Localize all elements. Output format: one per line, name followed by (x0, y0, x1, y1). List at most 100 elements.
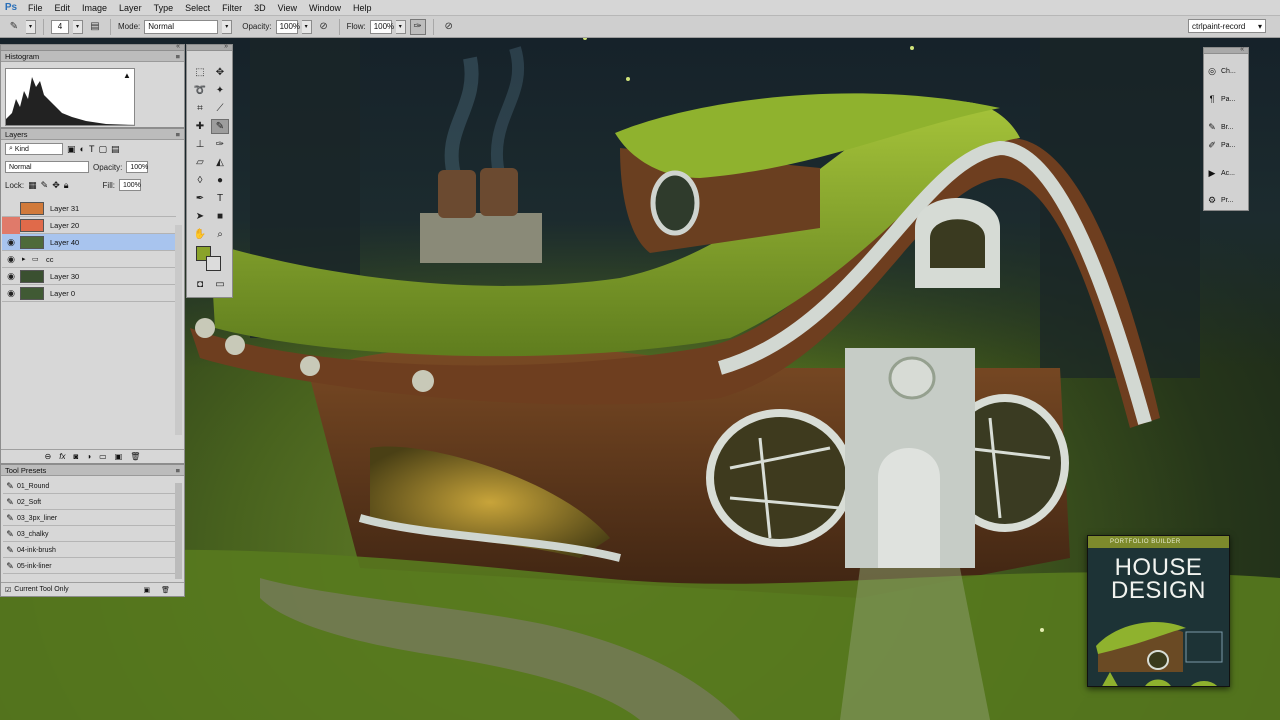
preset-item[interactable]: ✎ 05-ink-liner (3, 559, 175, 574)
group-icon[interactable]: ▭ (99, 452, 107, 461)
opacity-field[interactable]: 100% (275, 19, 300, 34)
menu-image[interactable]: Image (76, 0, 113, 16)
panel-menu-icon[interactable]: ≡ (176, 129, 180, 139)
panel-menu-icon[interactable]: ≡ (176, 465, 180, 475)
preset-item[interactable]: ✎ 01_Round (3, 479, 175, 494)
history-brush-tool-icon[interactable]: ✑ (211, 137, 229, 152)
lasso-tool-icon[interactable]: ➰ (191, 83, 209, 98)
tool-presets-tab[interactable]: Tool Presets ≡ (1, 465, 184, 476)
filter-pixel-icon[interactable]: ▣ (67, 144, 76, 155)
trash-icon[interactable]: 🗑︎ (161, 586, 170, 594)
actions-panel-button[interactable]: ▶ Ac... (1206, 164, 1248, 182)
dodge-tool-icon[interactable]: ● (211, 173, 229, 188)
pressure-opacity-icon[interactable]: ⊘ (316, 19, 332, 35)
layer-row[interactable]: ◉ Layer 0 (2, 285, 176, 302)
brush-picker-dropdown[interactable]: ▾ (73, 19, 83, 34)
mask-icon[interactable]: ◙ (73, 452, 78, 461)
eye-icon[interactable]: ◉ (2, 237, 20, 248)
menu-file[interactable]: File (22, 0, 49, 16)
crop-tool-icon[interactable]: ⌗ (191, 101, 209, 116)
eraser-tool-icon[interactable]: ▱ (191, 155, 209, 170)
warning-icon[interactable]: ▲ (123, 71, 131, 80)
filter-adjustment-icon[interactable]: ◐ (80, 144, 85, 154)
group-row[interactable]: ◉ ▸ ▭ cc (2, 251, 176, 268)
layer-opacity-field[interactable]: 100% (126, 161, 149, 173)
preset-item[interactable]: ✎ 04-ink-brush (3, 543, 175, 558)
type-tool-icon[interactable]: T (211, 191, 229, 206)
brush-size-field[interactable]: 4 (51, 19, 69, 34)
layer-row-selected[interactable]: ◉ Layer 40 (2, 234, 176, 251)
mode-select[interactable]: Normal (144, 19, 219, 34)
menu-3d[interactable]: 3D (248, 0, 272, 16)
fill-field[interactable]: 100% (118, 179, 141, 191)
collapse-icon[interactable]: « (176, 43, 180, 50)
layer-row[interactable]: ◉ Layer 30 (2, 268, 176, 285)
lock-position-icon[interactable]: ✥ (52, 180, 60, 191)
current-tool-checkbox[interactable]: ☑ (5, 586, 11, 594)
healing-brush-tool-icon[interactable]: ✚ (191, 119, 209, 134)
paint-bucket-tool-icon[interactable]: ◭ (211, 155, 229, 170)
menu-filter[interactable]: Filter (216, 0, 248, 16)
layer-row[interactable]: Layer 20 (2, 216, 176, 234)
menu-select[interactable]: Select (179, 0, 216, 16)
filter-shape-icon[interactable]: ▢ (98, 144, 107, 155)
path-selection-tool-icon[interactable]: ➤ (191, 209, 209, 224)
hand-tool-icon[interactable]: ✋ (191, 227, 209, 242)
new-preset-icon[interactable]: ▣ (143, 586, 150, 594)
collapse-icon[interactable]: » (224, 43, 228, 50)
flow-field[interactable]: 100% (369, 19, 394, 34)
brush-tool-icon[interactable]: ✎ (6, 19, 22, 35)
menu-window[interactable]: Window (303, 0, 347, 16)
eye-icon[interactable]: ◉ (2, 271, 20, 282)
channels-panel-button[interactable]: ◎ Ch... (1206, 62, 1248, 80)
brush-tool-icon[interactable]: ✎ (211, 119, 229, 134)
fx-icon[interactable]: fx (59, 452, 65, 461)
pressure-size-icon[interactable]: ⊘ (441, 19, 457, 35)
menu-type[interactable]: Type (148, 0, 180, 16)
properties-panel-button[interactable]: ⚙ Pr... (1206, 191, 1248, 209)
panel-menu-icon[interactable]: ≡ (176, 51, 180, 61)
opacity-dropdown[interactable]: ▾ (301, 19, 312, 34)
brush-panel-button[interactable]: ✎ Br... (1206, 118, 1248, 136)
histogram-tab[interactable]: Histogram ≡ (1, 51, 184, 62)
lock-paint-icon[interactable]: ✎ (41, 180, 49, 191)
adjustment-icon[interactable]: ◑ (86, 452, 91, 461)
new-layer-icon[interactable]: ▣ (115, 452, 123, 461)
rectangle-tool-icon[interactable]: ■ (211, 209, 229, 224)
eye-icon[interactable]: ◉ (2, 288, 20, 299)
lock-transparent-icon[interactable]: ▦ (28, 180, 37, 191)
panel-grip[interactable]: « (1, 43, 184, 51)
marquee-tool-icon[interactable]: ⬚ (191, 65, 209, 80)
expand-icon[interactable]: « (1240, 46, 1244, 53)
trash-icon[interactable]: 🗑︎ (130, 452, 140, 461)
filter-kind-select[interactable]: ⌕ Kind (5, 143, 63, 155)
layer-row[interactable]: Layer 31 (2, 200, 176, 217)
screen-mode-icon[interactable]: ▭ (211, 277, 229, 292)
lock-all-icon[interactable]: 🔒︎ (64, 180, 69, 191)
preset-item[interactable]: ✎ 03_chalky (3, 527, 175, 542)
background-color-swatch[interactable] (206, 256, 221, 271)
layers-scrollbar[interactable] (175, 225, 182, 435)
menu-edit[interactable]: Edit (49, 0, 77, 16)
layers-tab[interactable]: Layers ≡ (1, 129, 184, 140)
menu-layer[interactable]: Layer (113, 0, 148, 16)
blur-tool-icon[interactable]: ◊ (191, 173, 209, 188)
presets-scrollbar[interactable] (175, 483, 182, 579)
brush-panel-icon[interactable]: ▤ (87, 19, 103, 35)
toolbox-grip[interactable]: » (187, 43, 232, 51)
quick-mask-icon[interactable]: ◘ (191, 277, 209, 292)
paths-panel-button[interactable]: ✐ Pa... (1206, 136, 1248, 154)
workspace-switcher[interactable]: ctrlpaint-record ▾ (1188, 19, 1266, 33)
clone-stamp-tool-icon[interactable]: ⊥ (191, 137, 209, 152)
eyedropper-tool-icon[interactable]: ⟋ (211, 101, 229, 116)
filter-type-icon[interactable]: T (89, 144, 95, 154)
preset-item[interactable]: ✎ 03_3px_liner (3, 511, 175, 526)
zoom-tool-icon[interactable]: ⌕ (211, 227, 229, 242)
flow-dropdown[interactable]: ▾ (395, 19, 406, 34)
tool-preset-dropdown[interactable]: ▾ (26, 19, 36, 34)
menu-help[interactable]: Help (347, 0, 378, 16)
menu-view[interactable]: View (272, 0, 303, 16)
filter-smart-icon[interactable]: ▤ (111, 144, 120, 155)
mode-dropdown[interactable]: ▾ (222, 19, 233, 34)
blend-mode-select[interactable]: Normal (5, 161, 89, 173)
